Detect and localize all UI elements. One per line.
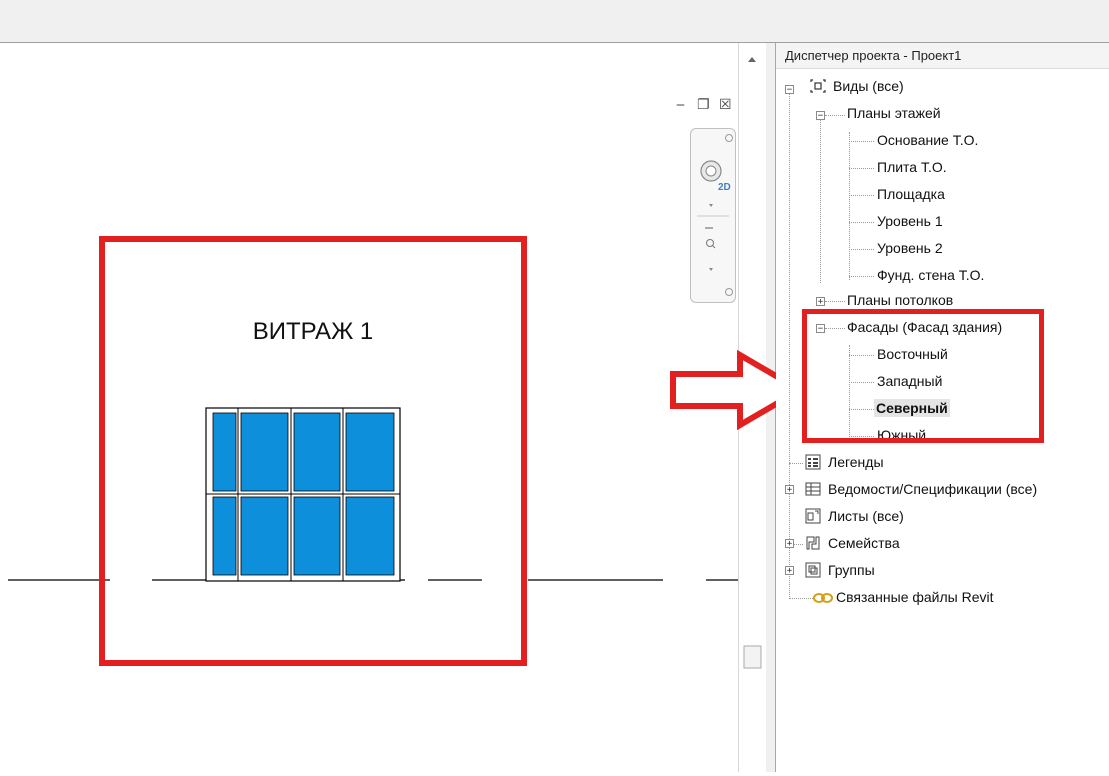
tree-leaf[interactable]: Основание Т.О.	[877, 131, 978, 149]
collapse-toggle[interactable]: −	[785, 85, 794, 95]
group-icon	[805, 562, 821, 578]
tree-line	[849, 195, 874, 196]
tree-leaf[interactable]: Уровень 1	[877, 212, 943, 230]
drawing-canvas[interactable]: ВИТРАЖ 1 ‒ ❐ ☒ 2D	[0, 43, 738, 772]
tree-line	[825, 115, 845, 116]
glass-panel	[212, 412, 237, 492]
close-icon[interactable]: ☒	[719, 97, 732, 113]
link-icon	[813, 593, 833, 603]
project-browser: Диспетчер проекта - Проект1 − Виды (все)…	[776, 43, 1109, 772]
tree-leaf[interactable]: Плита Т.О.	[877, 158, 947, 176]
project-browser-title: Диспетчер проекта - Проект1	[776, 43, 1109, 69]
minimize-icon[interactable]: ‒	[676, 97, 685, 113]
tree-line	[849, 168, 874, 169]
navigation-bar: 2D	[690, 128, 736, 303]
tree-leaf[interactable]: Фунд. стена Т.О.	[877, 266, 984, 284]
glass-panel	[240, 496, 289, 576]
glass-panel	[212, 496, 237, 576]
tree-leaf[interactable]: Уровень 2	[877, 239, 943, 257]
zoom-dropdown-icon	[709, 268, 713, 271]
tree-line	[849, 141, 874, 142]
tree-line	[849, 276, 874, 277]
navbar-options-icon	[725, 288, 733, 296]
tree-node-floor-plans[interactable]: Планы этажей	[847, 104, 941, 122]
scroll-thumb	[743, 645, 762, 669]
family-icon	[806, 536, 820, 550]
scroll-up-icon	[748, 57, 756, 62]
expand-toggle[interactable]: +	[785, 566, 794, 576]
elevation-drawing: ВИТРАЖ 1	[8, 236, 738, 666]
tree-node-legends[interactable]: Легенды	[828, 453, 884, 471]
tree-line	[849, 222, 874, 223]
navbar-close-icon	[725, 134, 733, 142]
glass-panel	[240, 412, 289, 492]
tree-node-families[interactable]: Семейства	[828, 534, 900, 552]
view-title: ВИТРАЖ 1	[253, 318, 374, 345]
collapse-toggle[interactable]: −	[816, 111, 825, 121]
ribbon-area	[0, 0, 1109, 43]
wheel-2d-label: 2D	[718, 182, 731, 193]
views-icon	[810, 79, 826, 93]
tree-node-groups[interactable]: Группы	[828, 561, 875, 579]
tree-line	[789, 598, 813, 599]
tree-node-schedules[interactable]: Ведомости/Спецификации (все)	[828, 480, 1037, 498]
tree-leaf[interactable]: Площадка	[877, 185, 945, 203]
tree-node-linked-files[interactable]: Связанные файлы Revit	[836, 588, 994, 606]
tree-line	[789, 89, 790, 599]
glass-panel	[293, 412, 341, 492]
legend-icon	[805, 454, 821, 470]
tree-line	[849, 249, 874, 250]
zoom-icon	[706, 239, 716, 249]
glass-panel	[293, 496, 341, 576]
sheet-icon	[805, 508, 821, 524]
curtain-wall	[205, 407, 401, 582]
glass-panel	[345, 412, 395, 492]
highlight-box	[802, 309, 1044, 443]
steering-wheel-icon	[700, 160, 722, 182]
navbar-controls: 2D	[697, 134, 733, 296]
expand-toggle[interactable]: +	[785, 539, 794, 549]
glass-panel	[345, 496, 395, 576]
restore-icon[interactable]: ❐	[697, 97, 710, 113]
tree-node-sheets[interactable]: Листы (все)	[828, 507, 904, 525]
expand-toggle[interactable]: +	[816, 297, 825, 307]
expand-toggle[interactable]: +	[785, 485, 794, 495]
tree-line	[849, 132, 850, 280]
tree-node-ceiling-plans[interactable]: Планы потолков	[847, 291, 953, 309]
tree-node-views[interactable]: Виды (все)	[833, 77, 904, 95]
tree-line	[825, 301, 845, 302]
wheel-dropdown-icon	[709, 204, 713, 207]
schedule-icon	[805, 482, 821, 496]
tree-line	[789, 463, 803, 464]
tree-line	[820, 118, 821, 283]
